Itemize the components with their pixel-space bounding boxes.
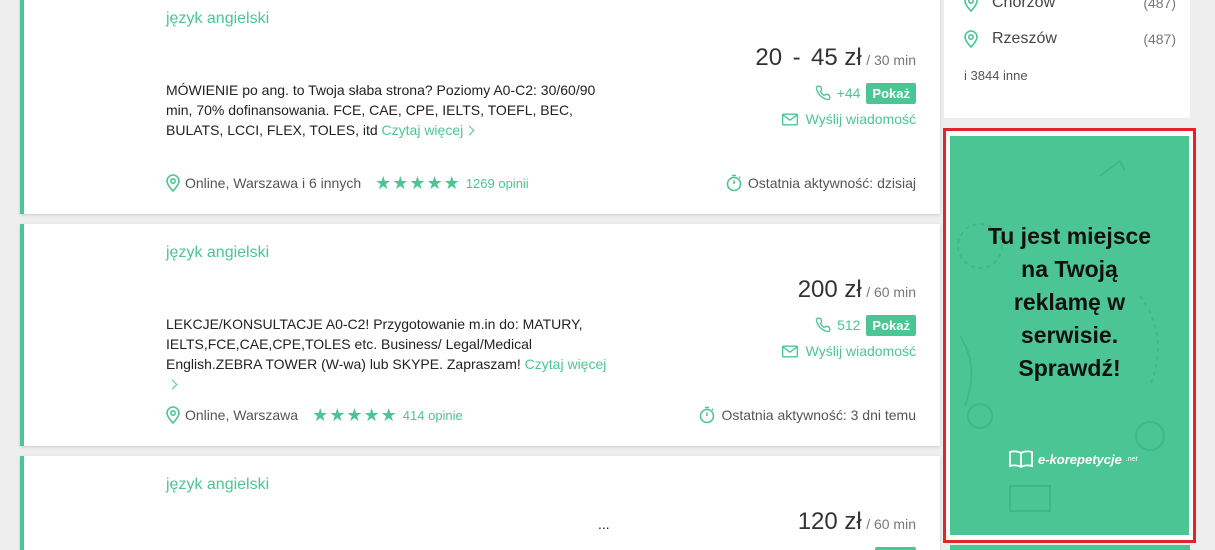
price-unit: / 30 min [866,52,916,68]
tutor-card[interactable]: język angielski 20 - 45 zł / 30 min +44 … [20,0,940,214]
star-icon: ★ [363,405,380,425]
price-to: 45 zł [811,44,862,71]
location-text: Online, Warszawa [185,407,299,423]
star-icon: ★ [329,405,346,425]
price-unit: / 60 min [866,516,916,532]
city-name: Rzeszów [992,30,1057,47]
subject-label: język angielski [166,244,270,261]
city-item[interactable]: Rzeszów (487) [964,30,1176,48]
location-pin-icon [964,0,978,12]
stopwatch-icon [700,406,715,424]
tutor-card[interactable]: język angielski 200 zł / 60 min 512 Poka… [20,224,940,446]
price-amount: 200 zł [797,276,862,303]
price-separator: - [792,44,801,71]
city-count: (487) [1143,31,1176,47]
rating-stars: ★ ★ ★ ★ ★ [312,405,397,425]
tutor-meta: Online, Warszawa i 6 innych ★ ★ ★ ★ ★ 1269 o… [166,174,529,192]
star-icon: ★ [346,405,363,425]
tutor-description: MÓWIENIE po ang. to Twoja słaba strona? … [166,80,616,140]
star-icon: ★ [380,405,397,425]
phone-row: +44 Pokaż [815,82,916,104]
subject-label: język angielski [166,10,270,27]
price-from: 20 [755,44,783,71]
phone-number: +44 [836,85,861,101]
read-more-link[interactable]: Czytaj więcej [382,122,475,138]
more-cities-link[interactable]: i 3844 inne [964,68,1028,83]
search-results-page: język angielski 20 - 45 zł / 30 min +44 … [0,0,1215,550]
send-message-label: Wyślij wiadomość [805,343,916,359]
send-message-link[interactable]: Wyślij wiadomość [781,343,916,359]
city-filter-box: Chorzów (487) Rzeszów (487) i 3844 inne [944,0,1190,118]
city-name: Chorzów [992,0,1056,11]
star-icon: ★ [392,173,409,193]
location-pin-icon [166,174,180,192]
phone-icon [815,317,831,333]
ad-logo-text: e-korepetycje [1038,451,1122,467]
show-phone-button[interactable]: Pokaż [866,82,916,104]
tutor-avatar[interactable] [54,496,134,550]
price-unit: / 60 min [866,284,916,300]
show-phone-button[interactable]: Pokaż [866,314,916,336]
tutor-meta: Online, Warszawa ★ ★ ★ ★ ★ 414 opinie [166,406,463,424]
location-pin-icon [166,406,180,424]
envelope-icon [781,345,798,357]
location-pin-icon [964,30,978,48]
send-message-label: Wyślij wiadomość [805,111,916,127]
ad-banner[interactable]: Tu jest miejsce na Twoją reklamę w serwi… [950,136,1189,535]
last-activity-text: Ostatnia aktywność: 3 dni temu [721,407,916,423]
tutor-description: LEKCJE/KONSULTACJE A0-C2! Przygotowanie … [166,314,616,394]
stopwatch-icon [726,174,742,192]
tutor-avatar[interactable] [54,30,134,110]
last-activity: Ostatnia aktywność: 3 dni temu [699,406,916,424]
opinions-link[interactable]: 1269 opinii [466,176,529,191]
star-icon: ★ [375,173,392,193]
open-book-icon [1009,450,1033,469]
star-icon: ★ [443,173,460,193]
envelope-icon [781,113,798,125]
phone-row [875,546,916,550]
subject-label: język angielski [166,476,270,493]
ad-banner-frame[interactable]: Tu jest miejsce na Twoją reklamę w serwi… [943,128,1196,543]
rating-stars: ★ ★ ★ ★ ★ [375,173,460,193]
tutor-card[interactable]: język angielski 120 zł / 60 min ... [20,456,940,550]
phone-row: 512 Pokaż [815,314,916,336]
opinions-link[interactable]: 414 opinie [403,408,463,423]
city-count: (487) [1143,0,1176,11]
star-icon: ★ [312,405,329,425]
price: 120 zł / 60 min [798,508,916,536]
price: 20 - 45 zł / 30 min [755,44,916,72]
tutor-avatar[interactable] [54,264,134,344]
star-icon: ★ [409,173,426,193]
phone-icon [815,85,831,101]
description-text: LEKCJE/KONSULTACJE A0-C2! Przygotowanie … [166,316,583,372]
last-activity-text: Ostatnia aktywność: dzisiaj [747,175,916,191]
price-amount: 120 zł [797,508,862,535]
city-item[interactable]: Chorzów (487) [964,0,1176,12]
location-text: Online, Warszawa i 6 innych [185,175,362,191]
description-fragment: ... [598,516,610,532]
ad-logo-suffix: .net [1125,455,1138,463]
phone-number: 512 [837,317,861,333]
ad-headline: Tu jest miejsce na Twoją reklamę w serwi… [987,223,1152,381]
next-sidebar-block [950,545,1190,550]
star-icon: ★ [426,173,443,193]
ad-logo: e-korepetycje .net [1008,449,1138,469]
last-activity: Ostatnia aktywność: dzisiaj [726,174,916,192]
price: 200 zł / 60 min [798,276,916,304]
show-phone-button[interactable] [875,546,916,550]
chevron-right-icon [167,379,178,390]
send-message-link[interactable]: Wyślij wiadomość [781,111,916,127]
chevron-right-icon [464,125,475,136]
